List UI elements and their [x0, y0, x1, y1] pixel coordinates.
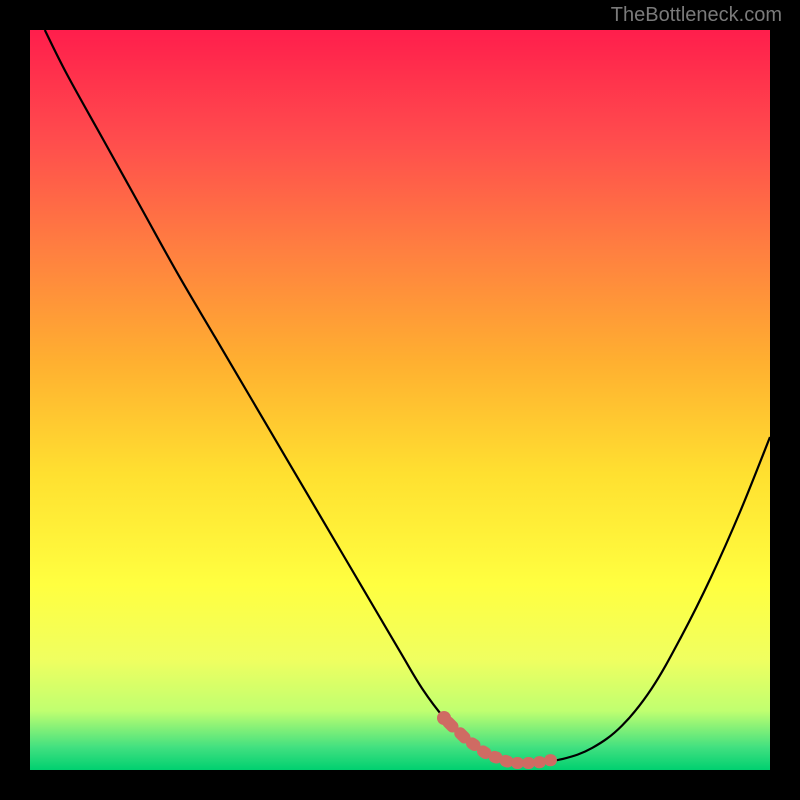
bottleneck-curve: [30, 30, 770, 770]
chart-plot-area: [30, 30, 770, 770]
watermark-text: TheBottleneck.com: [611, 4, 782, 27]
